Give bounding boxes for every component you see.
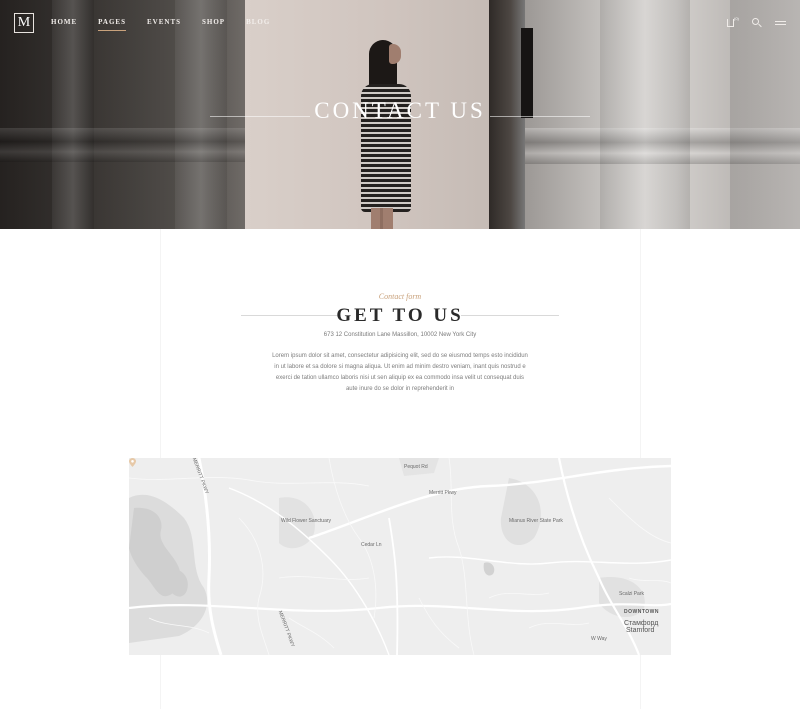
map-place-label: Wild Flower Sanctuary [281,518,332,524]
hero-cornice [0,128,245,162]
menu-item-pages[interactable]: PAGES [98,18,126,31]
section-subtitle: Contact form [378,292,422,301]
contact-address: 673 12 Constitution Lane Massillon, 1000… [323,332,477,338]
description-line: in ut labore et sa dolore si magna aliqu… [274,364,526,370]
cart-icon[interactable]: (0) [727,16,739,29]
menu-item-home[interactable]: HOME [51,18,77,26]
nav-icons: (0) [715,16,786,29]
hero-banner: CONTACT US M HOME PAGES EVENTS SHOP BLOG… [0,0,800,229]
menu-item-blog[interactable]: BLOG [246,18,270,26]
map-city-label: Стамфорд [624,620,659,627]
contact-description: Lorem ipsum dolor sit amet, consectetur … [265,351,535,395]
main-menu: HOME PAGES EVENTS SHOP BLOG [51,18,291,31]
description-line: exerci de tation ullamco laboris nisi ut… [275,375,525,381]
map-place-label: Pequot Rd [404,464,428,470]
map-road-label: Merritt Pkwy [429,490,457,496]
map-marker-icon[interactable] [129,458,136,467]
menu-item-events[interactable]: EVENTS [147,18,181,26]
search-icon[interactable] [751,17,763,29]
location-map[interactable]: MERRITT PKWY MERRITT PKWY Pequot Rd Wild… [129,458,671,655]
section-heading: GET TO US [336,305,464,326]
map-place-label: Mianus River State Park [509,518,563,524]
page-title: CONTACT US [314,98,486,123]
top-navigation: M HOME PAGES EVENTS SHOP BLOG (0) [0,0,800,46]
site-logo[interactable]: M [14,13,34,33]
menu-item-shop[interactable]: SHOP [202,18,225,26]
description-line: aute inure do se dolor in reprehenderit … [345,386,455,392]
hero-person-image [355,38,425,229]
map-city-label: Stamford [626,627,655,634]
map-road-label: Cedar Ln [361,542,382,548]
menu-hamburger-icon[interactable] [775,17,786,29]
map-place-label: DOWNTOWN [624,609,660,615]
map-place-label: Scalzi Park [619,591,645,597]
cart-count: (0) [734,16,739,21]
description-line: Lorem ipsum dolor sit amet, consectetur … [272,353,528,359]
map-road-label: W Way [591,636,607,642]
map-graphic [129,458,671,655]
